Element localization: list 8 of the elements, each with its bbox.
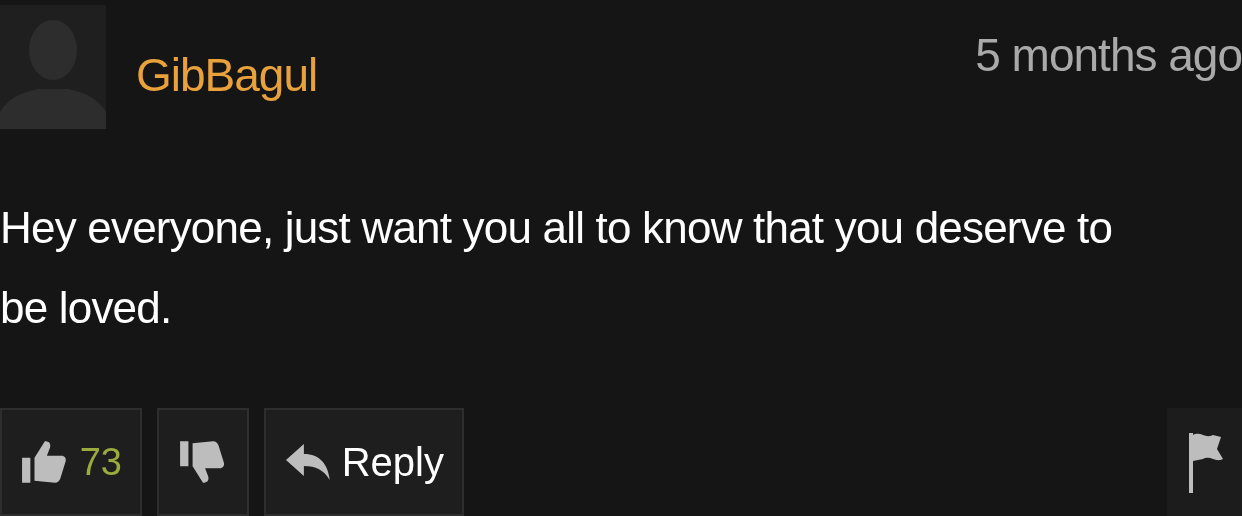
comment-text: Hey everyone, just want you all to know that you deserve to be loved. [0, 202, 1114, 334]
dislike-button[interactable] [157, 408, 249, 516]
like-button[interactable]: 73 [0, 408, 142, 516]
reply-button[interactable]: Reply [264, 408, 464, 516]
username[interactable]: GibBagul [136, 48, 318, 102]
flag-button[interactable] [1167, 408, 1242, 516]
reply-arrow-icon [284, 442, 332, 482]
timestamp: 5 months ago [975, 28, 1242, 82]
